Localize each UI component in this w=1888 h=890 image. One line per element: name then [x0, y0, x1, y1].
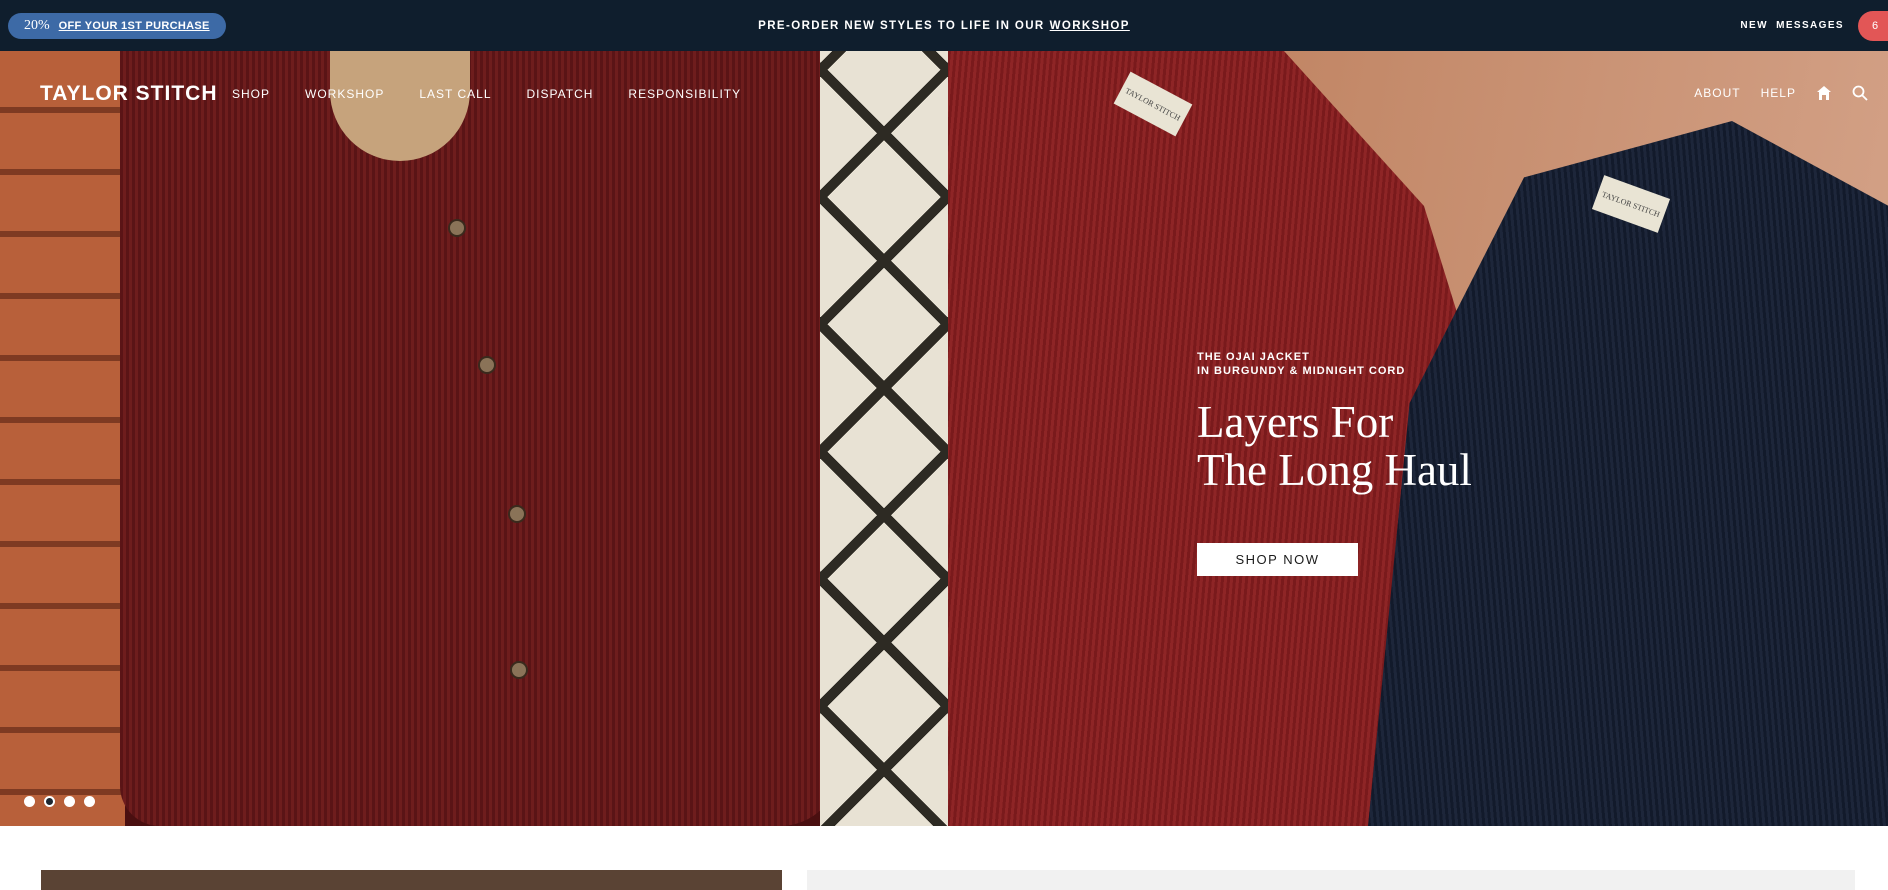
jacket-button	[508, 505, 526, 523]
nav-item-dispatch[interactable]: DISPATCH	[527, 87, 594, 101]
announcement-message: PRE-ORDER NEW STYLES TO LIFE IN OUR	[758, 19, 1045, 32]
nav-item-responsibility[interactable]: RESPONSIBILITY	[628, 87, 741, 101]
nav-item-last-call[interactable]: LAST CALL	[419, 87, 491, 101]
hero-banner: TAYLOR STITCH TAYLOR STITCH	[0, 51, 1888, 826]
jacket-button	[478, 356, 496, 374]
carousel-dot-3[interactable]	[64, 796, 75, 807]
jacket-button	[448, 219, 466, 237]
messages-label[interactable]: NEW MESSAGES	[1740, 20, 1844, 31]
shop-now-button[interactable]: SHOP NOW	[1197, 543, 1358, 576]
brand-logo[interactable]: TAYLOR STITCH	[40, 82, 218, 106]
burgundy-jacket-image	[120, 51, 840, 826]
hero-copy: THE OJAI JACKET IN BURGUNDY & MIDNIGHT C…	[1197, 350, 1472, 576]
workshop-link[interactable]: WORKSHOP	[1050, 20, 1130, 32]
carousel-dot-2[interactable]	[44, 796, 55, 807]
hero-image-left	[0, 51, 948, 826]
nav-item-about[interactable]: ABOUT	[1694, 86, 1740, 100]
messages-widget[interactable]: NEW MESSAGES 6	[1740, 0, 1888, 51]
carousel-dot-1[interactable]	[24, 796, 35, 807]
carousel-dots	[24, 796, 95, 807]
window-background	[820, 51, 948, 826]
feature-image-left[interactable]	[41, 870, 782, 890]
hero-headline-line1: Layers For	[1197, 397, 1394, 447]
nav-utilities: ABOUT HELP	[1694, 85, 1868, 101]
nav-links: SHOP WORKSHOP LAST CALL DISPATCH RESPONS…	[232, 87, 741, 101]
carousel-dot-4[interactable]	[84, 796, 95, 807]
jacket-button	[510, 661, 528, 679]
feature-panel-right[interactable]	[807, 870, 1855, 890]
hero-eyebrow-line2: IN BURGUNDY & MIDNIGHT CORD	[1197, 365, 1406, 377]
hero-eyebrow-line1: THE OJAI JACKET	[1197, 351, 1310, 363]
home-icon[interactable]	[1816, 85, 1832, 101]
hero-headline-line2: The Long Haul	[1197, 445, 1472, 495]
announcement-bar: 20% OFF YOUR 1ST PURCHASE PRE-ORDER NEW …	[0, 0, 1888, 51]
nav-item-shop[interactable]: SHOP	[232, 87, 270, 101]
brick-wall	[0, 51, 125, 826]
nav-item-help[interactable]: HELP	[1761, 86, 1796, 100]
nav-item-workshop[interactable]: WORKSHOP	[305, 87, 384, 101]
announcement-text: PRE-ORDER NEW STYLES TO LIFE IN OUR WORK…	[0, 0, 1888, 51]
messages-badge[interactable]: 6	[1858, 10, 1888, 41]
main-nav: TAYLOR STITCH SHOP WORKSHOP LAST CALL DI…	[0, 51, 1888, 137]
search-icon[interactable]	[1852, 85, 1868, 101]
